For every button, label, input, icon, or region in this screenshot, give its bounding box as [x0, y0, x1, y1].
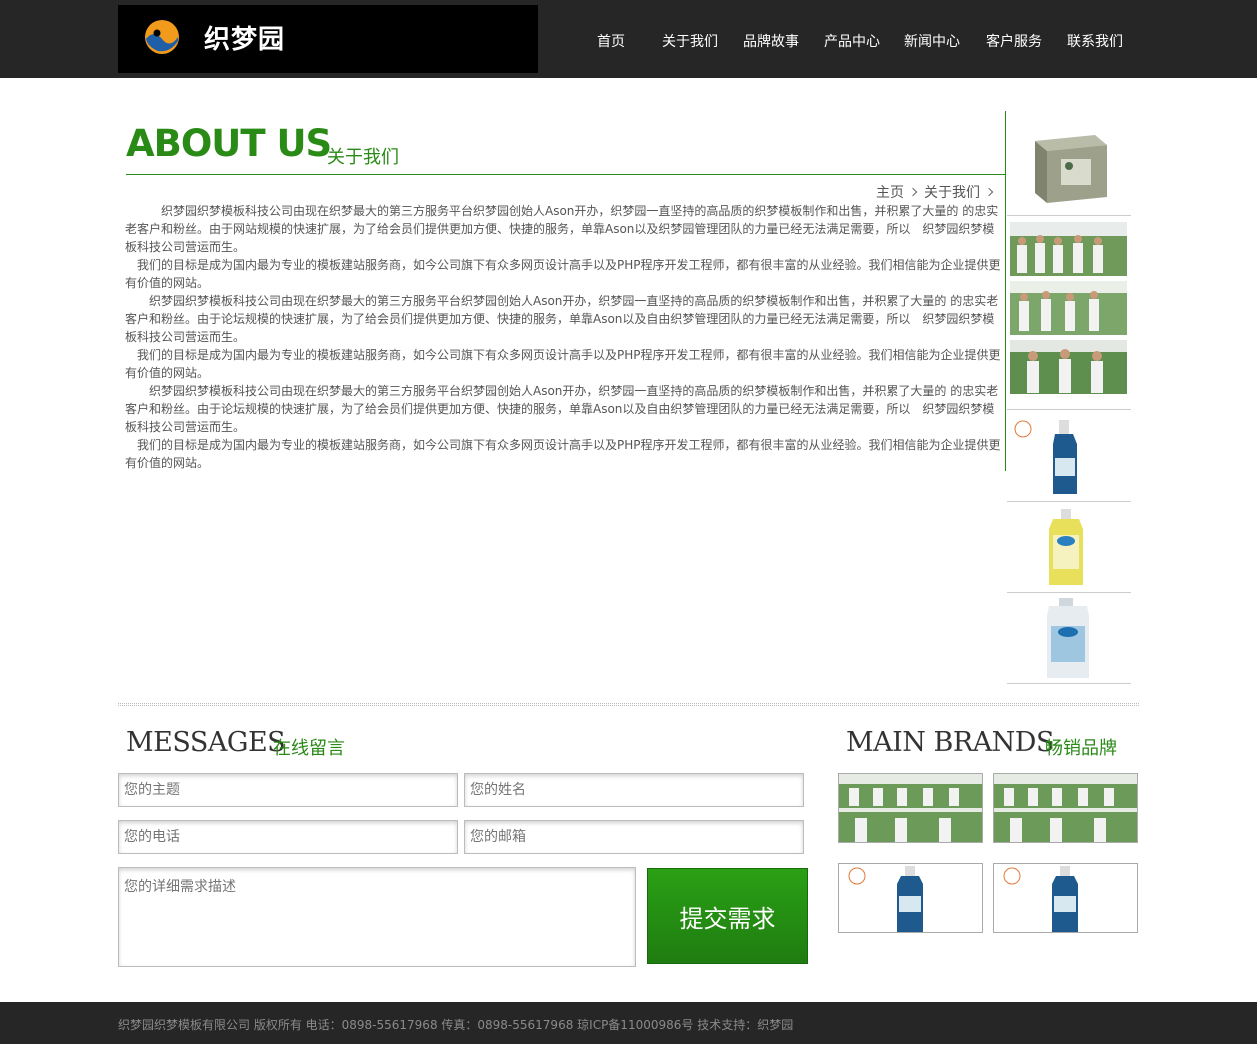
- side-team-photos[interactable]: [1007, 219, 1131, 410]
- blue-bottle-image: [1014, 420, 1077, 494]
- article-paragraph: 我们的目标是成为国内最为专业的模板建站服务商，如今公司旗下有众多网页设计高手以及…: [125, 348, 1001, 380]
- about-vertical-divider: [1005, 111, 1006, 471]
- breadcrumb-home[interactable]: 主页: [876, 185, 904, 201]
- blue-bottle-image: [848, 866, 923, 932]
- soap-cube-image: [1009, 131, 1127, 213]
- white-bottle-image: [1047, 598, 1089, 678]
- about-divider: [126, 174, 1006, 175]
- nav-news[interactable]: 新闻中心: [904, 31, 960, 51]
- about-article: 织梦园织梦模板科技公司由现在织梦最大的第三方服务平台织梦园创始人Ason开办，织…: [125, 202, 1003, 472]
- nav-home[interactable]: 首页: [597, 31, 625, 51]
- breadcrumb-about[interactable]: 关于我们: [924, 185, 980, 201]
- team-photo-image: [1010, 222, 1127, 394]
- brand-tile-bottle-1[interactable]: [838, 863, 983, 933]
- nav-brand-story[interactable]: 品牌故事: [743, 31, 799, 51]
- article-paragraph: 织梦园织梦模板科技公司由现在织梦最大的第三方服务平台织梦园创始人Ason开办，织…: [125, 384, 999, 434]
- phone-input[interactable]: [118, 820, 458, 854]
- blue-bottle-image: [1003, 866, 1078, 932]
- main-nav: 首页 关于我们 品牌故事 产品中心 新闻中心 客户服务 联系我们: [0, 31, 1257, 51]
- article-paragraph: 我们的目标是成为国内最为专业的模板建站服务商，如今公司旗下有众多网页设计高手以及…: [125, 438, 1001, 470]
- breadcrumb: 主页 关于我们: [876, 182, 1000, 202]
- messages-title-cn: 在线留言: [273, 738, 345, 759]
- chevron-right-icon: [984, 187, 994, 197]
- chevron-right-icon: [908, 187, 918, 197]
- article-paragraph: 我们的目标是成为国内最为专业的模板建站服务商，如今公司旗下有众多网页设计高手以及…: [125, 258, 1001, 290]
- about-title-cn: 关于我们: [327, 147, 399, 168]
- nav-contact[interactable]: 联系我们: [1067, 31, 1123, 51]
- side-product-soap[interactable]: [1007, 111, 1131, 216]
- article-paragraph: 织梦园织梦模板科技公司由现在织梦最大的第三方服务平台织梦园创始人Ason开办，织…: [125, 204, 999, 254]
- brands-title-en: MAIN BRANDS: [846, 727, 1054, 758]
- about-title-en: ABOUT US: [126, 122, 332, 165]
- side-product-yellow-bottle[interactable]: [1007, 505, 1131, 593]
- email-input[interactable]: [464, 820, 804, 854]
- section-divider: [118, 703, 1139, 706]
- nav-about[interactable]: 关于我们: [662, 31, 718, 51]
- detail-textarea[interactable]: [118, 867, 636, 967]
- side-product-white-bottle[interactable]: [1007, 596, 1131, 684]
- brand-tile-team-2[interactable]: [993, 773, 1138, 843]
- messages-title-en: MESSAGES: [126, 727, 286, 758]
- brand-tile-team-1[interactable]: [838, 773, 983, 843]
- team-photo-image: [839, 774, 982, 842]
- top-bar: 织梦园 首页 关于我们 品牌故事 产品中心 新闻中心 客户服务 联系我们: [0, 0, 1257, 78]
- yellow-bottle-image: [1049, 509, 1083, 585]
- brands-title-cn: 畅销品牌: [1045, 738, 1117, 759]
- footer-copyright: 织梦园织梦模板有限公司 版权所有 电话：0898-55617968 传真：089…: [118, 1018, 794, 1032]
- subject-input[interactable]: [118, 773, 458, 807]
- brand-tile-bottle-2[interactable]: [993, 863, 1138, 933]
- name-input[interactable]: [464, 773, 804, 807]
- team-photo-image: [994, 774, 1137, 842]
- nav-products[interactable]: 产品中心: [824, 31, 880, 51]
- side-product-blue-bottle[interactable]: [1007, 414, 1131, 502]
- submit-button[interactable]: 提交需求: [647, 868, 808, 964]
- footer: 织梦园织梦模板有限公司 版权所有 电话：0898-55617968 传真：089…: [0, 1002, 1257, 1044]
- nav-service[interactable]: 客户服务: [986, 31, 1042, 51]
- article-paragraph: 织梦园织梦模板科技公司由现在织梦最大的第三方服务平台织梦园创始人Ason开办，织…: [125, 294, 999, 344]
